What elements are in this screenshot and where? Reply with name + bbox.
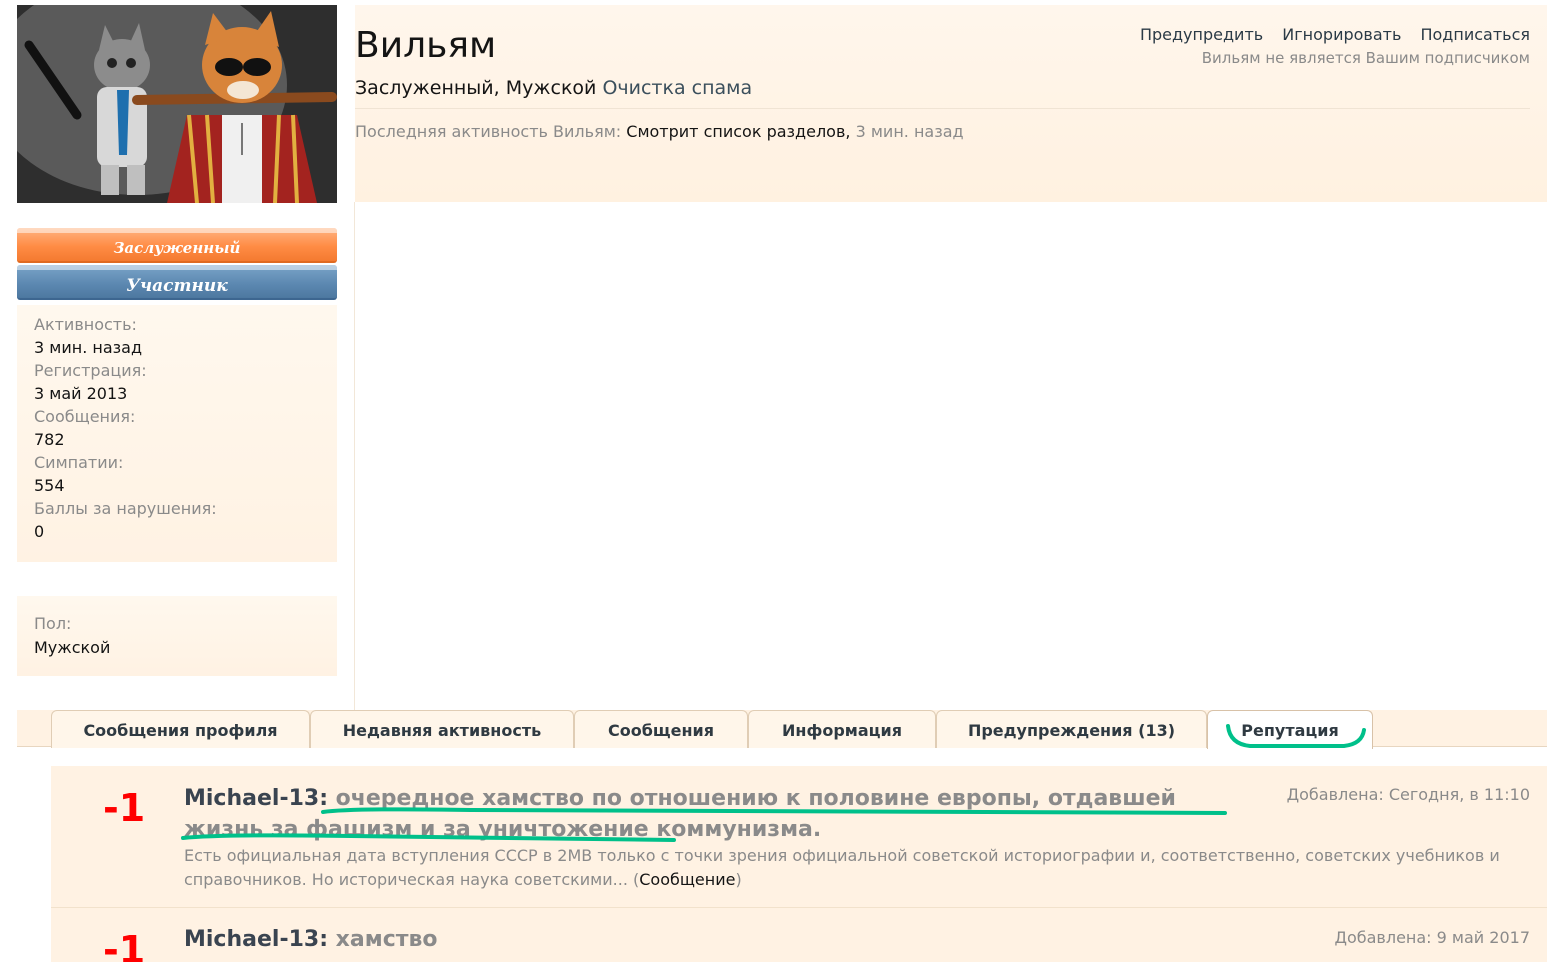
profile-actions: Предупредить Игнорировать Подписаться [1126,25,1530,44]
profile-gender: Пол: Мужской [17,596,337,676]
tab-warnings[interactable]: Предупреждения (13) [936,710,1207,748]
stat-label: Активность: [34,315,137,334]
user-title: Заслуженный, Мужской Очистка спама [355,77,752,99]
tab-messages[interactable]: Сообщения [574,710,748,748]
tab-profile-posts[interactable]: Сообщения профиля [51,710,310,748]
follow-link[interactable]: Подписаться [1420,25,1530,44]
last-activity-action[interactable]: Смотрит список разделов, [626,122,850,141]
rep-heading: Michael-13: очередное хамство по отношен… [184,783,1254,845]
gender-value: Мужской [34,638,111,657]
last-activity-label: Последняя активность Вильям: [355,122,622,141]
stat-value: 0 [34,522,45,541]
profile-stats: Активность: 3 мин. назад Регистрация: 3 … [17,305,337,562]
stat-value[interactable]: 782 [34,428,320,451]
user-banner-honored: Заслуженный [17,228,337,263]
stat-value: 554 [34,476,65,495]
header-divider [355,108,1530,109]
avatar[interactable] [17,5,337,203]
rep-date: Добавлена: Сегодня, в 11:10 [1286,785,1530,804]
stat-value: 3 мин. назад [34,338,143,357]
rep-date: Добавлена: 9 май 2017 [1334,928,1530,947]
avatar-cat-image [17,5,337,203]
rep-snippet-end: ) [735,870,742,889]
stat-label: Регистрация: [34,361,147,380]
profile-username: Вильям [355,25,497,66]
rep-author[interactable]: Michael-13: [184,786,328,811]
stat-value: 3 май 2013 [34,384,128,403]
rep-score: -1 [103,786,146,830]
last-activity: Последняя активность Вильям: Смотрит спи… [355,122,964,141]
rep-heading: Michael-13: хамство [184,924,1254,955]
column-divider [354,202,355,710]
rep-message-link[interactable]: Сообщение [639,870,735,889]
profile-header: Вильям Заслуженный, Мужской Очистка спам… [355,5,1547,202]
user-banner-member: Участник [17,265,337,300]
rep-snippet: Есть официальная дата вступления СССР в … [184,844,1514,892]
rep-reason: хамство [335,927,438,952]
follow-status-note: Вильям не является Вашим подписчиком [1201,49,1530,67]
rep-author[interactable]: Michael-13: [184,927,328,952]
user-title-text: Заслуженный, Мужской [355,77,597,99]
annotation-underline-tab [1226,724,1366,748]
warn-link[interactable]: Предупредить [1140,25,1263,44]
rep-score: -1 [103,928,146,962]
list-item: -1 Michael-13: хамство Добавлена: 9 май … [51,908,1547,962]
stat-label: Баллы за нарушения: [34,499,217,518]
tab-recent-activity[interactable]: Недавняя активность [310,710,574,748]
rep-reason: очередное хамство по отношению к половин… [184,786,1176,842]
gender-label: Пол: [34,614,72,633]
stat-label: Сообщения: [34,407,136,426]
user-title-extra: Очистка спама [602,77,753,99]
ignore-link[interactable]: Игнорировать [1282,25,1401,44]
list-item: -1 Michael-13: очередное хамство по отно… [51,766,1547,908]
stat-label: Симпатии: [34,453,124,472]
tab-information[interactable]: Информация [748,710,936,748]
last-activity-time: 3 мин. назад [855,122,964,141]
rep-snippet-text: Есть официальная дата вступления СССР в … [184,846,1500,889]
reputation-list: -1 Michael-13: очередное хамство по отно… [51,766,1547,962]
